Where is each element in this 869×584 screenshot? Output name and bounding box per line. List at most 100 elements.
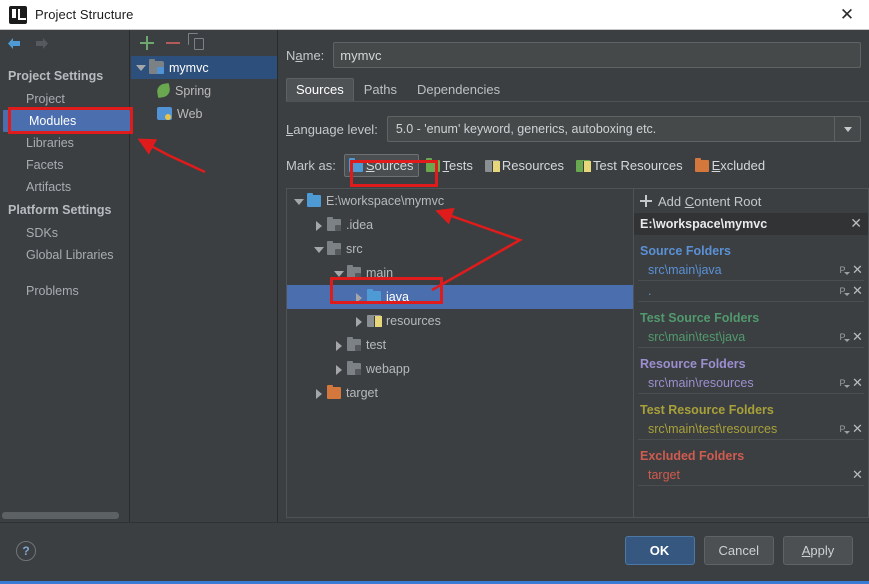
folder-entry-row[interactable]: src\main\test\resources P ✕ (638, 419, 864, 440)
folder-entry-row[interactable]: . P ✕ (638, 281, 864, 302)
remove-folder-icon[interactable]: ✕ (851, 422, 864, 437)
chevron-down-icon[interactable] (333, 268, 344, 279)
tab-dependencies[interactable]: Dependencies (407, 78, 510, 101)
modules-toolbar (131, 30, 277, 56)
package-prefix-icon[interactable]: P (836, 285, 849, 298)
apply-button[interactable]: Apply (783, 536, 853, 565)
module-tree-row-mymvc[interactable]: mymvc (131, 56, 277, 79)
tree-row-label: java (386, 290, 409, 304)
folder-entry-row[interactable]: src\main\test\java P ✕ (638, 327, 864, 348)
mark-as-resources-button[interactable]: Resources (480, 154, 569, 177)
language-level-select[interactable]: 5.0 - 'enum' keyword, generics, autoboxi… (387, 116, 861, 142)
sidebar-item-global-libraries[interactable]: Global Libraries (0, 244, 129, 266)
folder-path: . (648, 284, 836, 298)
mark-as-sources-label: Sources (366, 158, 414, 173)
add-content-root-label: Add Content Root (658, 194, 761, 209)
tree-row-label: main (366, 266, 393, 280)
tree-row-label: resources (386, 314, 441, 328)
help-icon[interactable]: ? (16, 541, 36, 561)
remove-content-root-icon[interactable]: ✕ (850, 216, 862, 232)
remove-folder-icon[interactable]: ✕ (851, 468, 864, 483)
mark-as-excluded-label: Excluded (712, 158, 765, 173)
folder-path: src\main\java (648, 263, 836, 277)
tree-row-src[interactable]: src (287, 237, 633, 261)
chevron-right-icon[interactable] (313, 220, 324, 231)
tree-row-webapp[interactable]: webapp (287, 357, 633, 381)
mark-as-test-resources-button[interactable]: Test Resources (571, 154, 688, 177)
ok-button[interactable]: OK (625, 536, 695, 565)
sidebar-item-problems[interactable]: Problems (0, 280, 129, 302)
tree-row-label: test (366, 338, 386, 352)
group-title-test-source-folders: Test Source Folders (634, 302, 868, 327)
tree-row-test[interactable]: test (287, 333, 633, 357)
sidebar-item-sdks[interactable]: SDKs (0, 222, 129, 244)
tree-row-content-root[interactable]: E:\workspace\mymvc (287, 189, 633, 213)
facet-label: Spring (175, 84, 211, 98)
chevron-right-icon[interactable] (333, 364, 344, 375)
tab-sources[interactable]: Sources (286, 78, 354, 101)
package-prefix-icon[interactable]: P (836, 377, 849, 390)
cancel-button[interactable]: Cancel (704, 536, 774, 565)
folder-entry-row[interactable]: src\main\java P ✕ (638, 260, 864, 281)
resources-folder-icon (485, 160, 499, 172)
remove-folder-icon[interactable]: ✕ (851, 330, 864, 345)
folder-entry-row[interactable]: src\main\resources P ✕ (638, 373, 864, 394)
remove-folder-icon[interactable]: ✕ (851, 263, 864, 278)
content-root-path: E:\workspace\mymvc (640, 217, 767, 231)
sidebar-group-platform-settings: Platform Settings (0, 198, 129, 222)
tree-row-idea[interactable]: .idea (287, 213, 633, 237)
excluded-folder-icon (695, 160, 709, 172)
close-icon[interactable]: ✕ (825, 0, 869, 29)
chevron-down-icon[interactable] (834, 117, 860, 141)
tree-row-java[interactable]: java (287, 285, 633, 309)
package-prefix-icon[interactable]: P (836, 331, 849, 344)
package-prefix-icon[interactable]: P (836, 423, 849, 436)
sidebar-horizontal-scrollbar[interactable] (2, 512, 119, 519)
modules-panel: mymvc Spring Web (131, 30, 278, 525)
mark-as-tests-button[interactable]: Tests (421, 154, 478, 177)
sidebar-item-modules[interactable]: Modules (3, 110, 130, 132)
module-tree-row-spring[interactable]: Spring (131, 79, 277, 102)
window-title: Project Structure (35, 7, 134, 22)
tree-row-target[interactable]: target (287, 381, 633, 405)
mark-as-tests-label: Tests (443, 158, 473, 173)
package-prefix-icon[interactable]: P (836, 264, 849, 277)
back-arrow-icon[interactable] (6, 36, 23, 51)
module-folder-icon (149, 61, 164, 74)
spring-leaf-icon (156, 83, 171, 98)
module-tabs: Sources Paths Dependencies (286, 78, 869, 102)
folder-entry-row[interactable]: target ✕ (638, 465, 864, 486)
tab-paths[interactable]: Paths (354, 78, 407, 101)
sidebar-item-artifacts[interactable]: Artifacts (0, 176, 129, 198)
module-tree-row-web[interactable]: Web (131, 102, 277, 125)
copy-module-icon[interactable] (191, 35, 207, 51)
resources-folder-icon (367, 315, 381, 327)
excluded-folder-icon (327, 387, 341, 399)
chevron-down-icon[interactable] (313, 244, 324, 255)
chevron-right-icon[interactable] (353, 292, 364, 303)
mark-as-excluded-button[interactable]: Excluded (690, 154, 770, 177)
mark-as-test-resources-label: Test Resources (593, 158, 683, 173)
chevron-down-icon[interactable] (293, 196, 304, 207)
chevron-right-icon[interactable] (313, 388, 324, 399)
sidebar-item-facets[interactable]: Facets (0, 154, 129, 176)
add-module-icon[interactable] (139, 35, 155, 51)
sidebar-item-libraries[interactable]: Libraries (0, 132, 129, 154)
remove-folder-icon[interactable]: ✕ (851, 284, 864, 299)
folder-path: target (648, 468, 851, 482)
sidebar-item-project[interactable]: Project (0, 88, 129, 110)
sidebar-group-project-settings: Project Settings (0, 64, 129, 88)
add-content-root-button[interactable]: Add Content Root (634, 189, 868, 213)
remove-folder-icon[interactable]: ✕ (851, 376, 864, 391)
tree-row-resources[interactable]: resources (287, 309, 633, 333)
plain-folder-icon (347, 339, 361, 351)
module-name-input[interactable] (333, 42, 861, 68)
chevron-right-icon[interactable] (333, 340, 344, 351)
chevron-right-icon[interactable] (353, 316, 364, 327)
tree-row-main[interactable]: main (287, 261, 633, 285)
mark-as-sources-button[interactable]: Sources (344, 154, 419, 177)
plain-folder-icon (347, 267, 361, 279)
chevron-down-icon[interactable] (135, 62, 146, 73)
remove-module-icon[interactable] (165, 35, 181, 51)
sidebar-list: Project Settings Project Modules Librari… (0, 64, 129, 302)
